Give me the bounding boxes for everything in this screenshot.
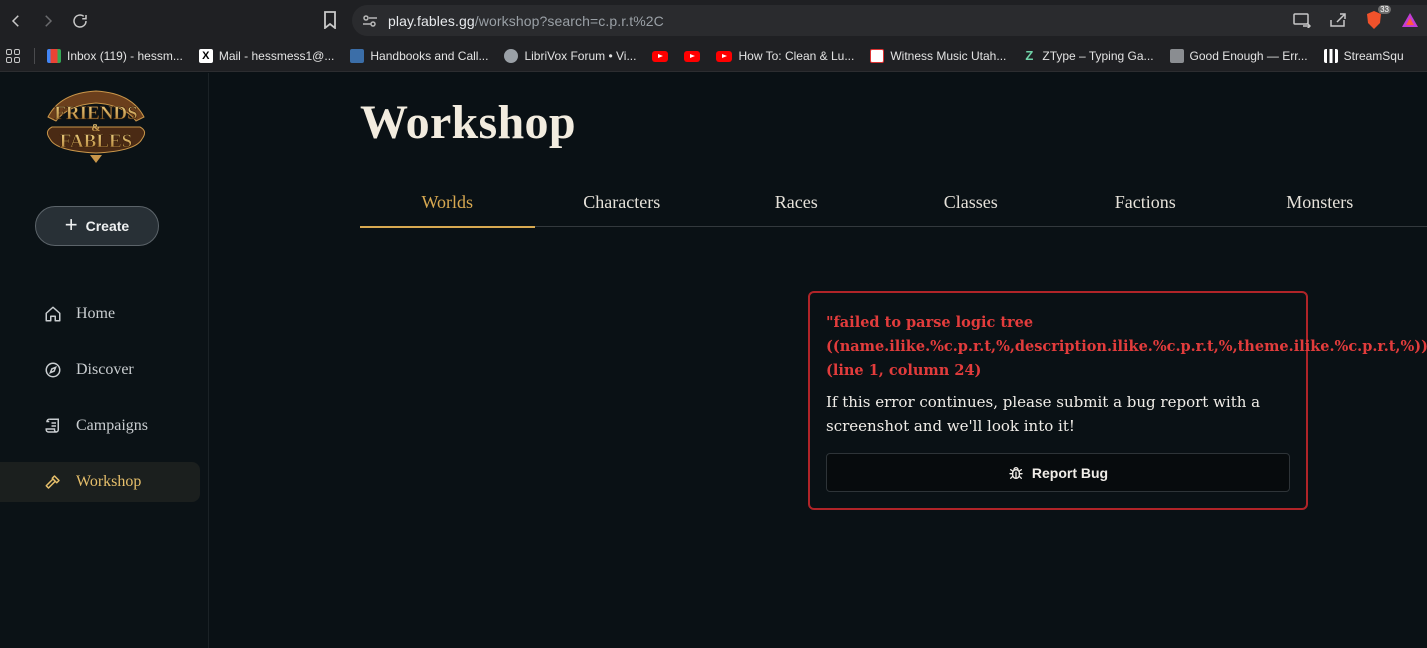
- bookmark-item[interactable]: How To: Clean & Lu...: [708, 44, 862, 68]
- sidebar-item-label: Home: [76, 305, 116, 322]
- chevron-right-icon: [45, 14, 53, 27]
- bookmark-icon: [350, 49, 365, 63]
- share-icon[interactable]: [1327, 9, 1349, 31]
- cube-icon: [1169, 49, 1184, 63]
- sidebar-item-workshop[interactable]: Workshop: [0, 462, 200, 502]
- sidebar: FRIENDS & FABLES + Create Home Discover …: [0, 73, 209, 648]
- bookmark-item[interactable]: [644, 44, 676, 68]
- chevron-left-icon: [11, 14, 19, 27]
- youtube-icon: [652, 50, 669, 62]
- bookmark-item[interactable]: Inbox (119) - hessm...: [39, 44, 191, 68]
- plus-icon: +: [64, 212, 78, 237]
- error-card: "failed to parse logic tree ((name.ilike…: [808, 291, 1427, 510]
- z-icon: Z: [1025, 48, 1034, 63]
- tab-classes[interactable]: Classes: [884, 181, 1059, 227]
- bookmark-item[interactable]: Z ZType – Typing Ga...: [1014, 44, 1161, 68]
- bookmark-item[interactable]: Witness Music Utah...: [862, 44, 1014, 68]
- youtube-icon: [716, 50, 733, 62]
- browser-actions: 33: [1291, 5, 1427, 32]
- bookmarks-bar: Inbox (119) - hessm... X Mail - hessmess1…: [0, 41, 1427, 72]
- bookmark-label: StreamSqu: [1343, 49, 1404, 63]
- workshop-tabs: Worlds Characters Races Classes Factions…: [360, 181, 1427, 228]
- tab-characters[interactable]: Characters: [535, 181, 710, 227]
- create-button[interactable]: + Create: [35, 206, 159, 246]
- bookmark-label: Good Enough — Err...: [1189, 49, 1308, 63]
- reload-button[interactable]: [64, 5, 96, 37]
- error-message: If this error continues, please submit a…: [826, 393, 1261, 435]
- compass-icon: [45, 362, 61, 378]
- report-bug-button[interactable]: Report Bug: [826, 453, 1290, 492]
- bookmark-label: Handbooks and Call...: [370, 49, 489, 63]
- youtube-icon: [684, 50, 701, 62]
- tab-worlds[interactable]: Worlds: [360, 181, 535, 228]
- bookmarks-separator: [34, 48, 35, 64]
- sidebar-item-home[interactable]: Home: [0, 294, 200, 334]
- bookmark-item[interactable]: [676, 44, 708, 68]
- apps-grid-icon[interactable]: [6, 49, 20, 63]
- bookmark-item[interactable]: X Mail - hessmess1@...: [191, 44, 343, 68]
- bookmark-icon: [324, 11, 336, 29]
- bookmark-page-button[interactable]: [318, 8, 342, 32]
- svg-text:FRIENDS: FRIENDS: [54, 103, 137, 124]
- globe-icon: [504, 49, 519, 63]
- page-title: Workshop: [360, 96, 576, 149]
- bookmark-label: LibriVox Forum • Vi...: [524, 49, 637, 63]
- bars-icon: [1323, 49, 1338, 63]
- home-icon: [45, 306, 61, 322]
- create-label: Create: [85, 218, 130, 234]
- report-bug-label: Report Bug: [1031, 464, 1109, 481]
- svg-text:FABLES: FABLES: [60, 131, 133, 152]
- back-button[interactable]: [0, 5, 32, 37]
- tab-monsters[interactable]: Monsters: [1233, 181, 1408, 227]
- brave-shield-icon[interactable]: 33: [1363, 5, 1391, 31]
- site-settings-icon[interactable]: [352, 14, 388, 28]
- brave-badge: 33: [1378, 5, 1391, 14]
- sidebar-item-discover[interactable]: Discover: [0, 350, 200, 390]
- reload-icon: [73, 13, 87, 28]
- sidebar-item-label: Discover: [76, 361, 134, 378]
- browser-toolbar: play.fables.gg/workshop?search=c.p.r.t%2…: [0, 0, 1427, 41]
- app: FRIENDS & FABLES + Create Home Discover …: [0, 73, 1427, 648]
- friends-and-fables-logo[interactable]: FRIENDS & FABLES: [40, 87, 152, 167]
- sidebar-item-label: Campaigns: [76, 417, 148, 434]
- sidebar-item-label: Workshop: [76, 473, 142, 490]
- gmail-icon: [47, 49, 61, 63]
- url-path: /workshop?search=c.p.r.t%2C: [474, 12, 664, 29]
- tab-races[interactable]: Races: [709, 181, 884, 227]
- bookmark-item[interactable]: Good Enough — Err...: [1162, 44, 1316, 68]
- bug-icon: [1009, 466, 1023, 479]
- url-host: play.fables.gg: [388, 12, 475, 29]
- chart-icon: [870, 49, 885, 63]
- forward-button[interactable]: [32, 5, 64, 37]
- hammer-icon: [45, 475, 60, 489]
- address-bar[interactable]: play.fables.gg/workshop?search=c.p.r.t%2…: [352, 5, 1427, 36]
- bookmark-label: Mail - hessmess1@...: [218, 49, 335, 63]
- scroll-icon: [45, 418, 59, 433]
- bookmark-label: Witness Music Utah...: [890, 49, 1007, 63]
- bookmark-item[interactable]: Handbooks and Call...: [342, 44, 496, 68]
- bookmark-item[interactable]: StreamSqu: [1316, 44, 1412, 68]
- tab-factions[interactable]: Factions: [1058, 181, 1233, 227]
- url-text[interactable]: play.fables.gg/workshop?search=c.p.r.t%2…: [388, 13, 664, 29]
- main-content: Workshop Worlds Characters Races Classes…: [209, 73, 1427, 648]
- bookmark-label: ZType – Typing Ga...: [1042, 49, 1154, 63]
- error-title: "failed to parse logic tree ((name.ilike…: [826, 314, 1427, 379]
- bookmark-item[interactable]: LibriVox Forum • Vi...: [496, 44, 644, 68]
- bookmark-label: How To: Clean & Lu...: [738, 49, 855, 63]
- x-icon: X: [198, 49, 213, 63]
- sidebar-item-campaigns[interactable]: Campaigns: [0, 406, 200, 446]
- bookmark-label: Inbox (119) - hessm...: [67, 49, 183, 63]
- cast-icon[interactable]: [1291, 9, 1313, 31]
- brave-rewards-icon[interactable]: [1399, 9, 1421, 31]
